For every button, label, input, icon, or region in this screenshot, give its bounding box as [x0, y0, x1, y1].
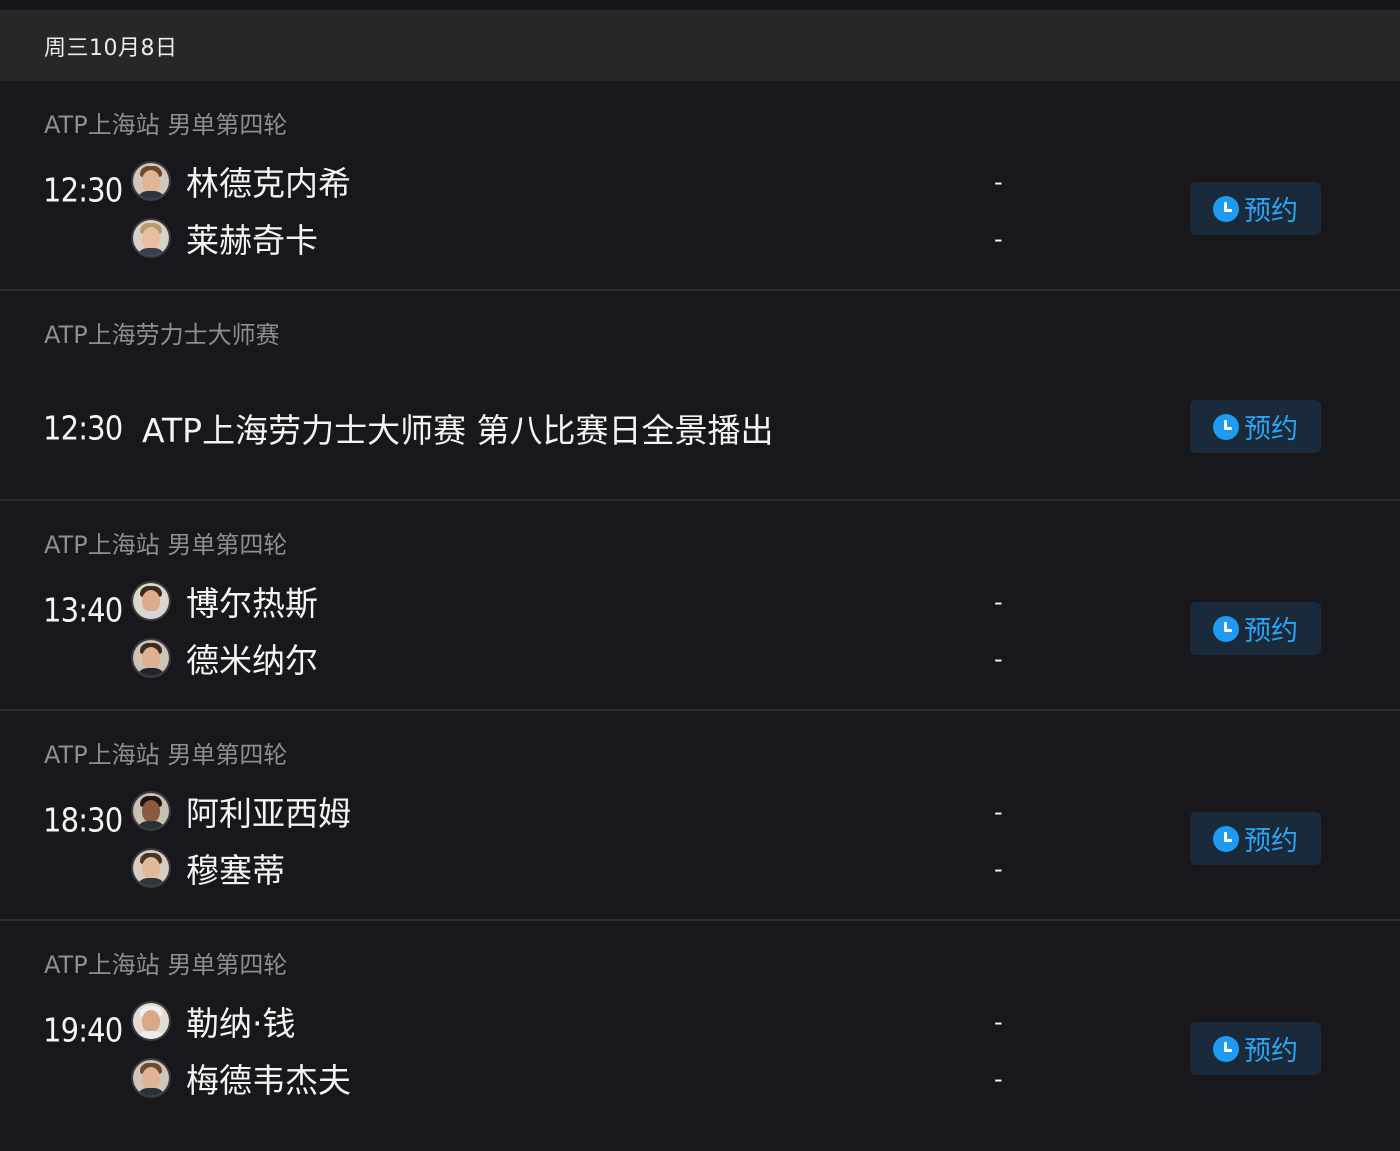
match-card: ATP上海站 男单第四轮 19:40 勒纳·钱 梅德韦杰夫 - - 预约: [0, 921, 1400, 1150]
score: -: [994, 645, 1003, 673]
score: -: [994, 855, 1003, 883]
reserve-label: 预约: [1244, 616, 1298, 647]
reserve-label: 预约: [1244, 826, 1298, 857]
score: -: [994, 168, 1003, 196]
clock-icon: [1213, 413, 1239, 440]
player-row: 林德克内希: [131, 160, 351, 203]
player-name: 穆塞蒂: [186, 851, 285, 890]
player-name: 梅德韦杰夫: [186, 1061, 351, 1100]
reserve-button[interactable]: 预约: [1190, 602, 1321, 655]
player-name: 德米纳尔: [186, 641, 318, 680]
clock-icon: [1213, 825, 1239, 852]
player-avatar-icon: [131, 161, 171, 201]
reserve-button[interactable]: 预约: [1190, 1022, 1321, 1075]
clock-icon: [1213, 615, 1239, 642]
league-label: ATP上海站 男单第四轮: [44, 741, 288, 769]
match-card: ATP上海站 男单第四轮 18:30 阿利亚西姆 穆塞蒂 - - 预约: [0, 711, 1400, 921]
player-avatar-icon: [131, 1058, 171, 1098]
league-label: ATP上海劳力士大师赛: [44, 321, 280, 349]
player-row: 博尔热斯: [131, 580, 318, 623]
broadcast-title: ATP上海劳力士大师赛 第八比赛日全景播出: [142, 411, 774, 450]
player-avatar-icon: [131, 218, 171, 258]
reserve-label: 预约: [1244, 1036, 1298, 1067]
match-time: 19:40: [43, 1010, 123, 1050]
reserve-label: 预约: [1244, 196, 1298, 227]
match-time: 12:30: [43, 408, 123, 448]
league-label: ATP上海站 男单第四轮: [44, 531, 288, 559]
player-avatar-icon: [131, 638, 171, 678]
player-name: 勒纳·钱: [186, 1004, 296, 1043]
match-time: 13:40: [43, 590, 123, 630]
player-name: 林德克内希: [186, 164, 351, 203]
score: -: [994, 225, 1003, 253]
player-name: 博尔热斯: [186, 584, 318, 623]
reserve-label: 预约: [1244, 414, 1298, 445]
match-card: ATP上海站 男单第四轮 12:30 林德克内希 莱赫奇卡 - - 预约: [0, 81, 1400, 291]
player-row: 梅德韦杰夫: [131, 1057, 351, 1100]
clock-icon: [1213, 195, 1239, 222]
league-label: ATP上海站 男单第四轮: [44, 111, 288, 139]
score: -: [994, 1008, 1003, 1036]
player-row: 穆塞蒂: [131, 847, 285, 890]
player-name: 阿利亚西姆: [186, 794, 351, 833]
player-avatar-icon: [131, 791, 171, 831]
date-label: 周三10月8日: [44, 35, 178, 61]
score: -: [994, 588, 1003, 616]
player-row: 阿利亚西姆: [131, 790, 351, 833]
match-card: ATP上海站 男单第四轮 13:40 博尔热斯 德米纳尔 - - 预约: [0, 501, 1400, 711]
player-avatar-icon: [131, 848, 171, 888]
player-avatar-icon: [131, 1001, 171, 1041]
match-time: 12:30: [43, 170, 123, 210]
score: -: [994, 1065, 1003, 1093]
clock-icon: [1213, 1035, 1239, 1062]
schedule-list: ATP上海站 男单第四轮 12:30 林德克内希 莱赫奇卡 - - 预约 ATP…: [0, 81, 1400, 1150]
top-strip: [0, 0, 1400, 10]
league-label: ATP上海站 男单第四轮: [44, 951, 288, 979]
reserve-button[interactable]: 预约: [1190, 400, 1321, 453]
date-header: 周三10月8日: [0, 10, 1400, 81]
match-time: 18:30: [43, 800, 123, 840]
player-name: 莱赫奇卡: [186, 221, 318, 260]
reserve-button[interactable]: 预约: [1190, 182, 1321, 235]
player-row: 勒纳·钱: [131, 1000, 296, 1043]
player-row: 莱赫奇卡: [131, 217, 318, 260]
broadcast-card: ATP上海劳力士大师赛 12:30 ATP上海劳力士大师赛 第八比赛日全景播出 …: [0, 291, 1400, 501]
reserve-button[interactable]: 预约: [1190, 812, 1321, 865]
player-row: 德米纳尔: [131, 637, 318, 680]
player-avatar-icon: [131, 581, 171, 621]
score: -: [994, 798, 1003, 826]
